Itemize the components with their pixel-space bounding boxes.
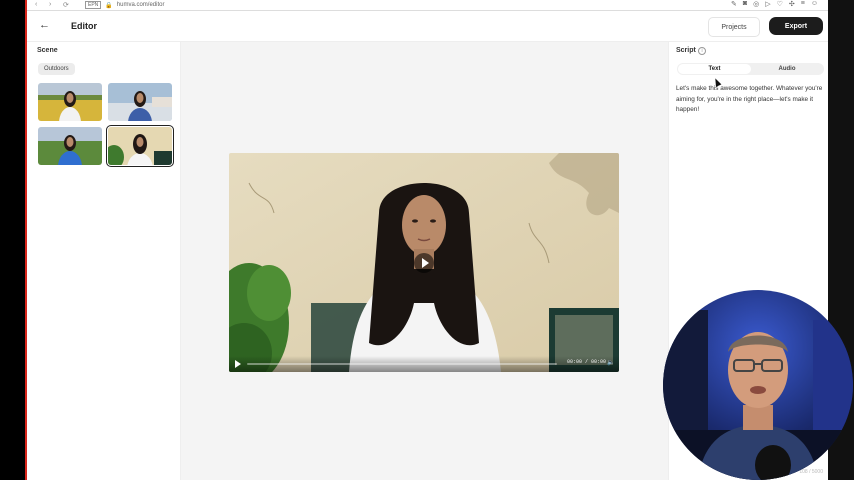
- info-icon[interactable]: i: [698, 47, 706, 55]
- webcam-image: [663, 290, 853, 480]
- edit-icon[interactable]: ✎: [731, 0, 737, 8]
- editor-header: ← Editor Projects Export: [27, 11, 828, 42]
- filter-chip-outdoors[interactable]: Outdoors: [38, 63, 75, 75]
- projects-button[interactable]: Projects: [708, 17, 760, 37]
- scene-thumb-2-image: [108, 83, 172, 121]
- back-arrow-icon[interactable]: ←: [39, 19, 50, 31]
- character-count: 108 / 5000: [799, 469, 823, 475]
- page-title: Editor: [71, 21, 97, 31]
- menu-icon[interactable]: ≡: [801, 0, 805, 8]
- video-player[interactable]: 00:00 / 00:00 🔈: [229, 153, 619, 372]
- webcam-overlay: [663, 290, 853, 480]
- script-textarea[interactable]: Let's make this awesome together. Whatev…: [676, 84, 824, 116]
- time-display: 00:00 / 00:00: [567, 359, 607, 365]
- scene-thumb-4[interactable]: [106, 125, 174, 167]
- profile-icon[interactable]: ☺: [811, 0, 818, 8]
- scene-thumb-3-image: [38, 127, 102, 165]
- video-controls: 00:00 / 00:00 🔈: [229, 356, 619, 372]
- scene-thumb-1-image: [38, 83, 102, 121]
- play-button[interactable]: [414, 253, 434, 273]
- heart-icon[interactable]: ♡: [777, 0, 783, 8]
- browser-extension-icons: ✎ ◙ ◎ ▷ ♡ ✣ ≡ ☺: [731, 0, 818, 8]
- tab-text[interactable]: Text: [678, 64, 751, 74]
- target-icon[interactable]: ◎: [753, 0, 759, 8]
- puzzle-icon[interactable]: ✣: [789, 0, 795, 8]
- scene-thumb-2[interactable]: [108, 83, 172, 121]
- scene-thumb-3[interactable]: [38, 127, 102, 165]
- scene-thumb-1[interactable]: [38, 83, 102, 121]
- tab-audio[interactable]: Audio: [751, 64, 823, 74]
- scene-thumb-4-image: [108, 127, 172, 165]
- browser-back-icon[interactable]: ‹: [35, 1, 37, 8]
- progress-bar[interactable]: [247, 363, 557, 365]
- preview-canvas: 00:00 / 00:00 🔈: [181, 42, 668, 480]
- volume-icon[interactable]: 🔈: [607, 359, 614, 366]
- browser-forward-icon[interactable]: ›: [49, 1, 51, 8]
- play-icon[interactable]: ▷: [765, 0, 770, 8]
- play-control-icon[interactable]: [235, 360, 241, 368]
- address-bar[interactable]: EPN 🔒 humva.com/editor: [85, 1, 164, 9]
- lock-icon: 🔒: [105, 2, 113, 9]
- script-heading: Script: [676, 47, 696, 54]
- browser-reload-icon[interactable]: ⟳: [63, 1, 69, 9]
- scene-heading: Scene: [37, 47, 58, 54]
- url-text: humva.com/editor: [116, 2, 165, 8]
- scene-panel: Scene Outdoors: [27, 42, 181, 480]
- script-mode-toggle: Text Audio: [677, 63, 824, 75]
- browser-toolbar: ‹ › ⟳ EPN 🔒 humva.com/editor ✎ ◙ ◎ ▷ ♡ ✣…: [27, 0, 828, 11]
- security-badge: EPN: [85, 1, 102, 9]
- export-button[interactable]: Export: [769, 17, 823, 35]
- camera-icon[interactable]: ◙: [743, 0, 747, 8]
